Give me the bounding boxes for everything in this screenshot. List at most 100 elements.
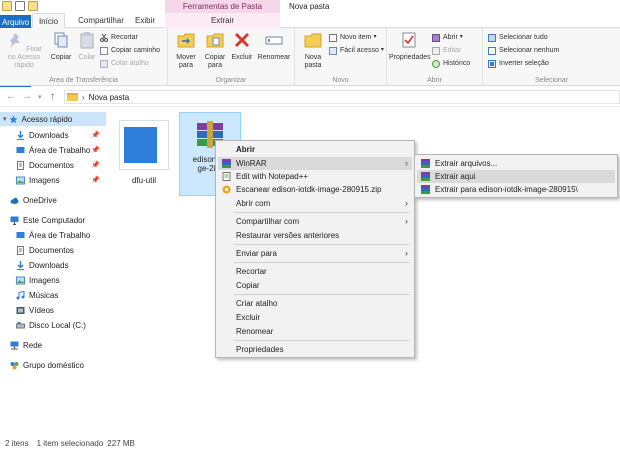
select-all-icon xyxy=(488,33,496,42)
history-icon xyxy=(432,59,440,68)
submenu-item-extract-files[interactable]: Extrair arquivos... xyxy=(417,157,615,170)
menu-label: Abrir com xyxy=(236,199,271,208)
nav-item-pictures[interactable]: Imagens 📌 xyxy=(0,173,106,187)
chevron-down-icon: ▾ xyxy=(3,116,7,123)
ribbon-tabs: Arquivo Início Compartilhar Exibir Extra… xyxy=(0,13,620,99)
group-label-new: Novo xyxy=(332,77,349,84)
menu-label: Abrir xyxy=(236,145,256,154)
rename-button[interactable]: Renomear xyxy=(256,31,292,62)
copy-label: Copiar xyxy=(50,54,72,61)
menu-item-winrar[interactable]: WinRAR › xyxy=(218,157,412,170)
paste-shortcut-button[interactable]: Colar atalho xyxy=(100,58,149,69)
select-all-button[interactable]: Selecionar tudo xyxy=(488,32,548,43)
tab-view[interactable]: Exibir xyxy=(131,13,159,28)
pin-icon[interactable]: 📌 xyxy=(91,131,100,139)
menu-item-cut[interactable]: Recortar xyxy=(218,265,412,278)
menu-item-delete[interactable]: Excluir xyxy=(218,311,412,324)
select-none-button[interactable]: Selecionar nenhum xyxy=(488,45,559,56)
menu-label: Extrair arquivos... xyxy=(435,159,498,168)
status-size: 227 MB xyxy=(107,439,135,448)
pin-icon[interactable]: 📌 xyxy=(91,176,100,184)
recent-chevron-down-icon[interactable]: ▾ xyxy=(38,93,42,101)
nav-label: Imagens xyxy=(29,175,60,185)
nav-item-network[interactable]: Rede xyxy=(0,338,106,352)
menu-item-open[interactable]: Abrir xyxy=(218,143,412,156)
pin-icon xyxy=(10,33,21,48)
copy-to-button[interactable]: Copiar para xyxy=(201,31,229,70)
nav-item-pc-downloads[interactable]: Downloads xyxy=(0,258,106,272)
tab-home[interactable]: Início xyxy=(32,13,65,28)
nav-item-local-disk[interactable]: Disco Local (C:) xyxy=(0,318,106,332)
new-folder-button[interactable]: Nova pasta xyxy=(299,31,327,70)
history-button[interactable]: Histórico xyxy=(432,58,470,69)
menu-separator xyxy=(234,294,410,295)
select-all-label: Selecionar tudo xyxy=(499,34,548,41)
nav-label: Rede xyxy=(23,340,43,350)
menu-item-create-shortcut[interactable]: Criar atalho xyxy=(218,297,412,310)
chevron-right-icon: › xyxy=(405,158,408,168)
menu-label: Enviar para xyxy=(236,249,277,258)
address-box[interactable]: › Nova pasta xyxy=(64,90,620,104)
nav-item-pc-documents[interactable]: Documentos xyxy=(0,243,106,257)
submenu-item-extract-here[interactable]: Extrair aqui xyxy=(417,170,615,183)
nav-item-pc-desktop[interactable]: Área de Trabalho xyxy=(0,228,106,242)
copy-button[interactable]: Copiar xyxy=(48,31,74,62)
homegroup-icon xyxy=(10,361,19,369)
notepad-plus-plus-icon xyxy=(222,172,231,181)
download-icon xyxy=(17,130,24,140)
menu-item-scan[interactable]: Escanear edison-iotdk-image-280915.zip xyxy=(218,183,412,196)
rename-icon xyxy=(265,36,283,45)
nav-item-quick-access[interactable]: ▾ Acesso rápido xyxy=(0,112,106,126)
file-name: dfu-util xyxy=(131,176,156,185)
easy-access-button[interactable]: Fácil acesso ▾ xyxy=(329,45,384,56)
copy-path-button[interactable]: Copiar caminho xyxy=(100,45,160,56)
delete-button[interactable]: Excluir xyxy=(230,31,254,62)
nav-item-documents[interactable]: Documentos 📌 xyxy=(0,158,106,172)
menu-item-open-with[interactable]: Abrir com › xyxy=(218,197,412,210)
properties-icon[interactable] xyxy=(15,1,25,11)
properties-button[interactable]: Propriedades xyxy=(389,31,431,62)
file-item[interactable]: dfu-util xyxy=(113,112,175,196)
cut-button[interactable]: Recortar xyxy=(100,32,138,43)
paste-button[interactable]: Colar xyxy=(76,31,98,62)
menu-label: Compartilhar com xyxy=(236,217,300,226)
new-folder-icon[interactable] xyxy=(28,1,38,11)
open-button[interactable]: Abrir ▾ xyxy=(432,32,463,43)
new-item-button[interactable]: Novo item ▾ xyxy=(329,32,377,43)
new-item-icon xyxy=(329,33,337,42)
chevron-right-icon[interactable]: › xyxy=(82,93,85,102)
up-arrow-icon[interactable]: ↑ xyxy=(50,91,55,102)
tab-extract[interactable]: Extrair xyxy=(165,13,280,28)
nav-item-this-pc[interactable]: Este Computador xyxy=(0,213,106,227)
menu-item-rename[interactable]: Renomear xyxy=(218,325,412,338)
menu-item-properties[interactable]: Propriedades xyxy=(218,343,412,356)
edit-icon xyxy=(432,46,440,55)
nav-item-homegroup[interactable]: Grupo doméstico xyxy=(0,358,106,372)
edit-button[interactable]: Editar xyxy=(432,45,461,56)
menu-item-share-with[interactable]: Compartilhar com › xyxy=(218,215,412,228)
nav-item-music[interactable]: Músicas xyxy=(0,288,106,302)
nav-label: Acesso rápido xyxy=(21,114,73,124)
tab-share[interactable]: Compartilhar xyxy=(73,13,129,28)
menu-item-copy[interactable]: Copiar xyxy=(218,279,412,292)
title-bar: Ferramentas de Pasta Compactada Nova pas… xyxy=(0,0,620,24)
invert-selection-button[interactable]: Inverter seleção xyxy=(488,58,549,69)
nav-item-onedrive[interactable]: OneDrive xyxy=(0,193,106,207)
pin-icon[interactable]: 📌 xyxy=(91,161,100,169)
menu-item-send-to[interactable]: Enviar para › xyxy=(218,247,412,260)
menu-item-restore[interactable]: Restaurar versões anteriores xyxy=(218,229,412,242)
submenu-item-extract-to[interactable]: Extrair para edison-iotdk-image-280915\ xyxy=(417,183,615,196)
move-to-button[interactable]: Mover para xyxy=(172,31,200,70)
status-selected: 1 item selecionado xyxy=(36,439,104,448)
forward-arrow-icon[interactable]: → xyxy=(22,91,32,102)
nav-item-downloads[interactable]: Downloads 📌 xyxy=(0,128,106,142)
back-arrow-icon[interactable]: ← xyxy=(6,91,16,102)
nav-item-pc-pictures[interactable]: Imagens xyxy=(0,273,106,287)
nav-item-desktop[interactable]: Área de Trabalho 📌 xyxy=(0,143,106,157)
folder-icon[interactable] xyxy=(2,1,12,11)
pin-quick-access-button[interactable]: Fixar no Acesso rápido xyxy=(2,31,46,70)
nav-item-videos[interactable]: Vídeos xyxy=(0,303,106,317)
pin-icon[interactable]: 📌 xyxy=(91,146,100,154)
nav-label: Grupo doméstico xyxy=(23,360,84,370)
menu-item-notepad[interactable]: Edit with Notepad++ xyxy=(218,170,412,183)
